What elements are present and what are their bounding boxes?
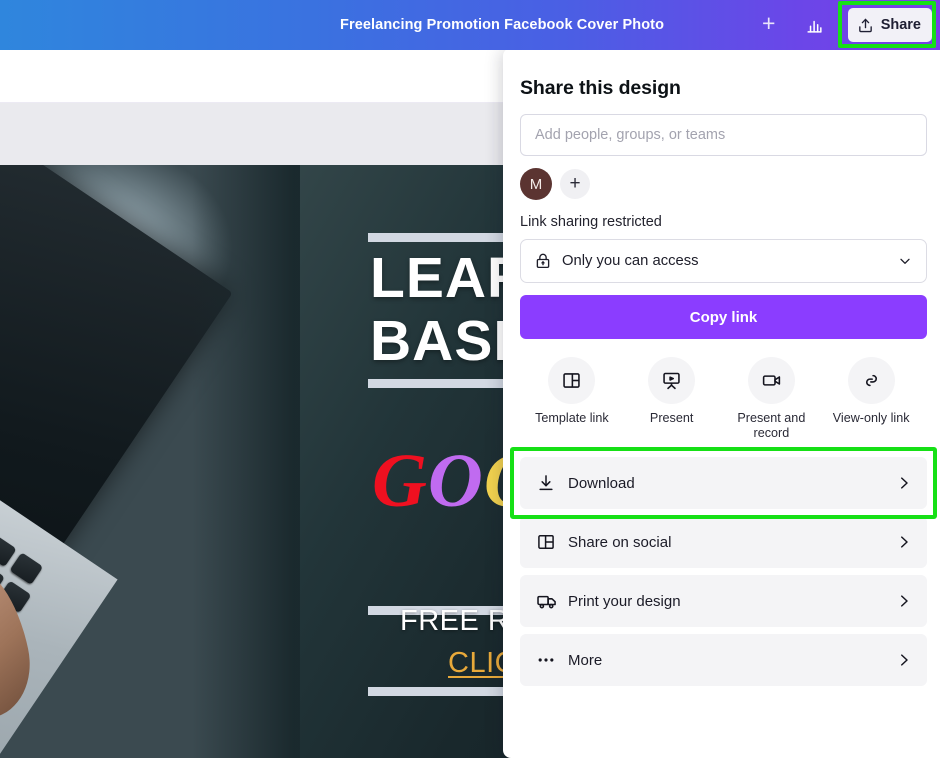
top-bar: Freelancing Promotion Facebook Cover Pho… [0, 0, 940, 50]
copy-link-button[interactable]: Copy link [520, 295, 927, 339]
share-on-social-icon [536, 532, 566, 552]
lock-icon [534, 252, 552, 270]
download-icon [536, 473, 566, 493]
access-level-value: Only you can access [562, 253, 699, 269]
add-people-input[interactable] [520, 114, 927, 156]
share-button-container: Share [837, 0, 938, 50]
design-letter-o1: O [427, 439, 484, 523]
share-button[interactable]: Share [847, 8, 932, 42]
row-more[interactable]: More [520, 634, 927, 686]
quick-action-icon-bg [747, 357, 795, 404]
quick-action-icon-bg [548, 357, 596, 404]
quick-action-icon-bg [847, 357, 895, 404]
quick-action-present-and-record[interactable]: Present and record [722, 357, 822, 441]
chevron-down-icon [897, 253, 913, 269]
chevron-right-icon [895, 533, 913, 551]
quick-action-label: Present [649, 411, 694, 425]
document-title: Freelancing Promotion Facebook Cover Pho… [340, 17, 665, 33]
present-and-record-icon [761, 370, 782, 391]
chevron-right-icon [895, 474, 913, 492]
view-only-link-icon [861, 370, 882, 391]
row-download[interactable]: Download [510, 447, 937, 519]
laptop-photo [0, 165, 300, 758]
access-level-select[interactable]: Only you can access [520, 239, 927, 283]
avatar[interactable]: M [520, 168, 552, 200]
share-options-list: Download Share on social Print your desi… [510, 447, 937, 686]
more-icon [536, 650, 566, 670]
top-bar-actions: + Share [746, 0, 940, 50]
add-person-button[interactable]: + [560, 169, 590, 199]
add-button[interactable]: + [746, 7, 792, 43]
photo-gradient-fade [192, 165, 300, 758]
canva-editor-screen: Freelancing Promotion Facebook Cover Pho… [0, 0, 940, 758]
quick-action-template-link[interactable]: Template link [522, 357, 622, 441]
quick-action-view-only-link[interactable]: View-only link [821, 357, 921, 441]
row-label: Print your design [568, 592, 681, 610]
share-panel-title: Share this design [520, 77, 681, 99]
quick-action-label: Template link [535, 411, 609, 425]
shared-with-avatars: M + [520, 168, 923, 200]
quick-actions: Template link Present Present and record… [520, 357, 923, 441]
present-icon [661, 370, 682, 391]
row-share-on-social[interactable]: Share on social [520, 516, 927, 568]
print-your-design-icon [536, 590, 566, 612]
template-link-icon [561, 370, 582, 391]
quick-action-present[interactable]: Present [622, 357, 722, 441]
share-upload-icon [857, 17, 874, 34]
chevron-right-icon [895, 651, 913, 669]
row-print-your-design[interactable]: Print your design [520, 575, 927, 627]
share-panel: Share this design M + Link sharing restr… [503, 48, 940, 758]
top-bar-left-spacer [0, 0, 340, 50]
link-sharing-status: Link sharing restricted [520, 214, 662, 230]
bar-chart-icon [805, 16, 824, 35]
quick-action-label: Present and record [737, 411, 806, 440]
share-button-label: Share [880, 17, 921, 33]
quick-action-icon-bg [648, 357, 696, 404]
chevron-right-icon [895, 592, 913, 610]
row-label: Download [568, 474, 635, 492]
insights-button[interactable] [792, 7, 838, 43]
design-letter-g: G [372, 439, 428, 523]
row-label: Share on social [568, 533, 672, 551]
row-label: More [568, 651, 603, 669]
quick-action-label: View-only link [832, 411, 910, 425]
